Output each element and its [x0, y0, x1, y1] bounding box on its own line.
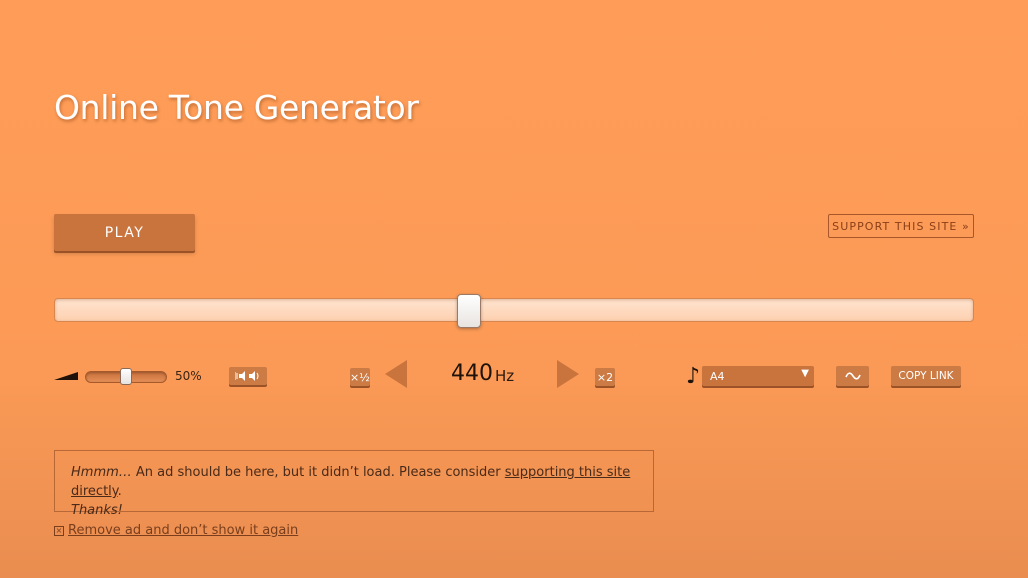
- frequency-slider-thumb[interactable]: [457, 294, 482, 328]
- ad-message-text: An ad should be here, but it didn’t load…: [131, 465, 505, 480]
- note-select-value: A4: [710, 369, 725, 383]
- frequency-value[interactable]: 440: [451, 361, 493, 386]
- double-frequency-button[interactable]: ×2: [595, 368, 615, 386]
- speaker-toggle-icon: [235, 371, 259, 381]
- halve-frequency-button[interactable]: ×½: [350, 368, 370, 386]
- waveform-button[interactable]: [836, 366, 869, 386]
- chevron-down-icon: ▼: [801, 368, 809, 379]
- music-note-icon: ♪: [686, 364, 701, 389]
- volume-percent-label: 50%: [175, 369, 202, 383]
- decrease-frequency-arrow-icon[interactable]: [385, 360, 407, 388]
- ad-thanks-text: Thanks!: [71, 503, 123, 518]
- frequency-slider-track[interactable]: [54, 298, 974, 322]
- remove-ad-label: Remove ad and don’t show it again: [68, 523, 299, 538]
- volume-slider-thumb[interactable]: [120, 368, 132, 385]
- play-button[interactable]: PLAY: [54, 214, 195, 251]
- close-icon: ×: [54, 525, 64, 536]
- support-site-button[interactable]: SUPPORT THIS SITE »: [828, 214, 974, 238]
- speaker-toggle-button[interactable]: [229, 367, 267, 385]
- ad-period: .: [117, 484, 122, 499]
- copy-link-button[interactable]: COPY LINK: [891, 366, 961, 386]
- increase-frequency-arrow-icon[interactable]: [557, 360, 579, 388]
- sine-wave-icon: [844, 372, 861, 380]
- page-title: Online Tone Generator: [54, 88, 419, 127]
- remove-ad-link[interactable]: × Remove ad and don’t show it again: [54, 523, 298, 538]
- volume-wedge-icon: [54, 372, 78, 380]
- frequency-unit: Hz: [495, 367, 515, 385]
- note-select[interactable]: A4 ▼: [702, 366, 814, 386]
- ad-placeholder-box: Hmmm… An ad should be here, but it didn’…: [54, 450, 654, 518]
- ad-hmm-text: Hmmm…: [71, 465, 132, 480]
